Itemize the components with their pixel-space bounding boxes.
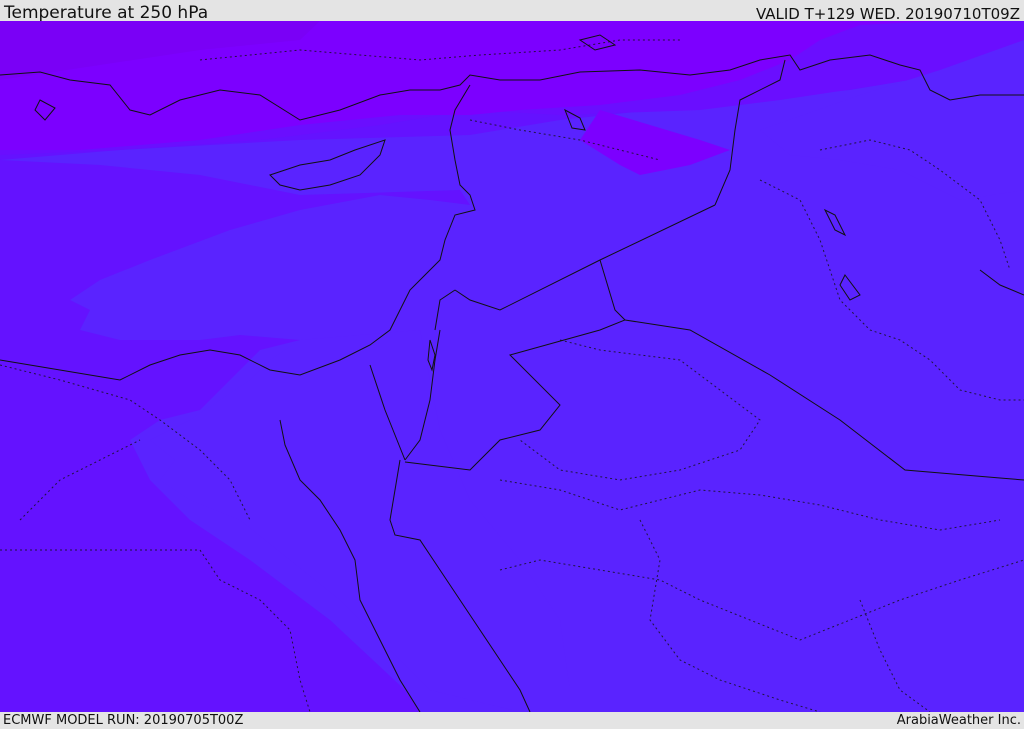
model-run-label: ECMWF MODEL RUN: 20190705T00Z — [3, 713, 244, 728]
weather-map[interactable] — [0, 21, 1024, 712]
footer-bar: ECMWF MODEL RUN: 20190705T00Z ArabiaWeat… — [0, 712, 1024, 729]
header-bar: Temperature at 250 hPa VALID T+129 WED. … — [0, 0, 1024, 23]
map-canvas — [0, 21, 1024, 712]
credit-label: ArabiaWeather Inc. — [896, 713, 1021, 728]
